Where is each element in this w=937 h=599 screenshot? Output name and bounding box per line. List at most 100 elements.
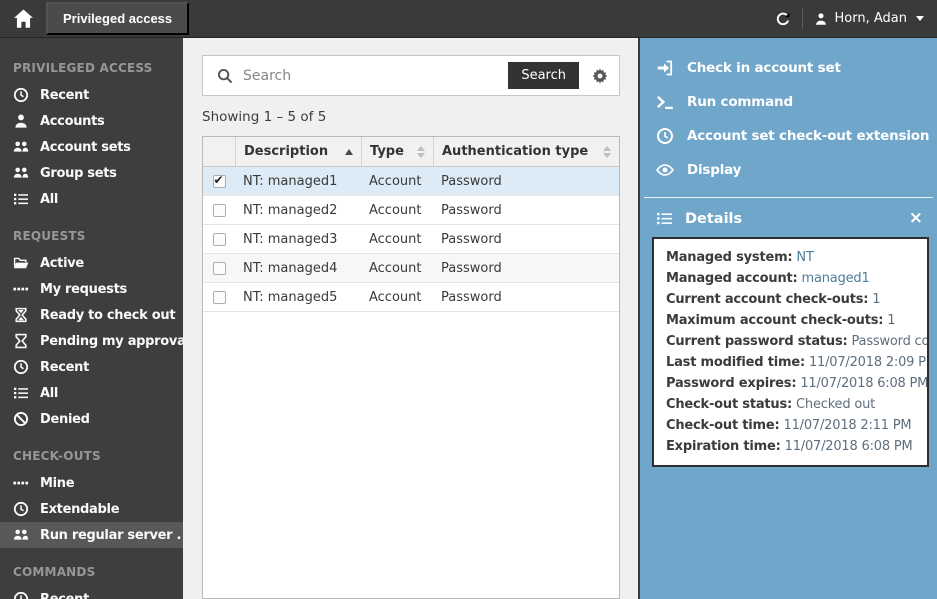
header-type[interactable]: Type [361,137,433,166]
row-checkbox[interactable] [213,204,226,217]
detail-field: Last modified time:11/07/2018 2:09 PM [654,352,927,373]
detail-field: Managed system:NT [654,247,927,268]
section-title-commands: COMMANDS [0,548,183,586]
sidebar-item-extendable[interactable]: Extendable [0,496,183,522]
action-panel: Check in account set Run command Account… [638,38,937,599]
detail-field: Managed account:managed1 [654,268,927,289]
search-button[interactable]: Search [508,62,579,89]
hourglass-icon [13,307,29,323]
row-checkbox[interactable] [213,291,226,304]
row-checkbox[interactable] [213,175,226,188]
hourglass-outline-icon [13,333,29,349]
results-count: Showing 1 – 5 of 5 [202,109,620,125]
header-authentication-type[interactable]: Authentication type [433,137,619,166]
ban-icon [13,411,29,427]
clock-icon [13,501,29,517]
privileged-access-button[interactable]: Privileged access [46,2,189,35]
users-icon [13,139,29,155]
table-row[interactable]: NT: managed1 Account Password [203,167,619,196]
user-icon [814,12,828,26]
table-row[interactable]: NT: managed4 Account Password [203,254,619,283]
users-icon [13,527,29,543]
sidebar: PRIVILEGED ACCESS Recent Accounts Accoun… [0,38,183,599]
topbar: Privileged access Horn, Adan [0,0,937,38]
detail-field: Current password status:Password confirm… [654,331,927,352]
home-icon [13,8,34,29]
sidebar-item-accounts[interactable]: Accounts [0,108,183,134]
sidebar-item-all[interactable]: All [0,186,183,212]
row-checkbox[interactable] [213,233,226,246]
sidebar-item-denied[interactable]: Denied [0,406,183,432]
folder-open-icon [13,255,29,271]
sidebar-item-account-sets[interactable]: Account sets [0,134,183,160]
close-icon[interactable]: × [909,210,923,227]
sidebar-item-active[interactable]: Active [0,250,183,276]
eye-icon [656,161,674,179]
sort-icon [603,146,611,158]
clock-icon [13,87,29,103]
detail-field: Maximum account check-outs:1 [654,310,927,331]
search-input[interactable] [243,68,498,84]
sort-icon [417,146,425,158]
detail-field: Check-out time:11/07/2018 2:11 PM [654,415,927,436]
details-header: Details × [640,200,937,235]
app-window: Privileged access Horn, Adan PRIVILEGED … [0,0,937,599]
detail-field: Check-out status:Checked out [654,394,927,415]
list-icon [13,191,29,207]
table-row[interactable]: NT: managed5 Account Password [203,283,619,312]
sidebar-item-run-regular-server[interactable]: Run regular server . 5 [0,522,183,548]
clock-icon [13,591,29,599]
sort-ascending-icon [345,149,353,155]
gear-icon[interactable] [592,68,608,84]
section-title-check-outs: CHECK-OUTS [0,432,183,470]
terminal-icon [656,93,674,111]
display-action[interactable]: Display [640,153,937,187]
list-icon [13,385,29,401]
panel-divider [644,197,933,198]
sidebar-item-my-requests[interactable]: My requests [0,276,183,302]
detail-field: Expiration time:11/07/2018 6:08 PM [654,436,927,457]
details-title: Details [685,211,742,227]
run-command-action[interactable]: Run command [640,85,937,119]
section-title-privileged-access: PRIVILEGED ACCESS [0,44,183,82]
person-icon [13,113,29,129]
topbar-right: Horn, Adan [775,9,924,29]
sidebar-item-ready-to-check-out[interactable]: Ready to check out [0,302,183,328]
header-description[interactable]: Description [235,137,361,166]
sidebar-item-recent-commands[interactable]: Recent [0,586,183,599]
check-in-account-set-action[interactable]: Check in account set [640,51,937,85]
details-panel: Managed system:NT Managed account:manage… [652,237,929,467]
table-row[interactable]: NT: managed2 Account Password [203,196,619,225]
users-icon [13,165,29,181]
search-bar: Search [202,55,620,96]
list-icon [656,210,673,227]
ellipsis-icon [13,475,29,491]
clock-icon [656,127,674,145]
detail-field: Password expires:11/07/2018 6:08 PM [654,373,927,394]
refresh-icon[interactable] [775,11,791,27]
chevron-down-icon [916,16,924,21]
header-checkbox-column [203,137,235,166]
section-title-requests: REQUESTS [0,212,183,250]
search-icon [217,68,233,84]
detail-field: Current account check-outs:1 [654,289,927,310]
sidebar-item-mine[interactable]: Mine [0,470,183,496]
clock-icon [13,359,29,375]
sidebar-item-recent-requests[interactable]: Recent [0,354,183,380]
home-button[interactable] [13,8,34,29]
topbar-divider [802,9,803,29]
row-checkbox[interactable] [213,262,226,275]
sidebar-item-all-requests[interactable]: All [0,380,183,406]
accounts-table: Description Type Authentication type NT:… [202,136,620,599]
main-content: Search Showing 1 – 5 of 5 Description Ty… [183,38,638,599]
table-header: Description Type Authentication type [203,137,619,167]
account-set-check-out-extension-action[interactable]: Account set check-out extension [640,119,937,153]
user-name: Horn, Adan [835,11,907,26]
sign-in-icon [656,59,674,77]
table-row[interactable]: NT: managed3 Account Password [203,225,619,254]
sidebar-item-pending-my-approval[interactable]: Pending my approval [0,328,183,354]
user-menu[interactable]: Horn, Adan [814,11,924,26]
sidebar-item-group-sets[interactable]: Group sets [0,160,183,186]
ellipsis-icon [13,281,29,297]
sidebar-item-recent[interactable]: Recent [0,82,183,108]
